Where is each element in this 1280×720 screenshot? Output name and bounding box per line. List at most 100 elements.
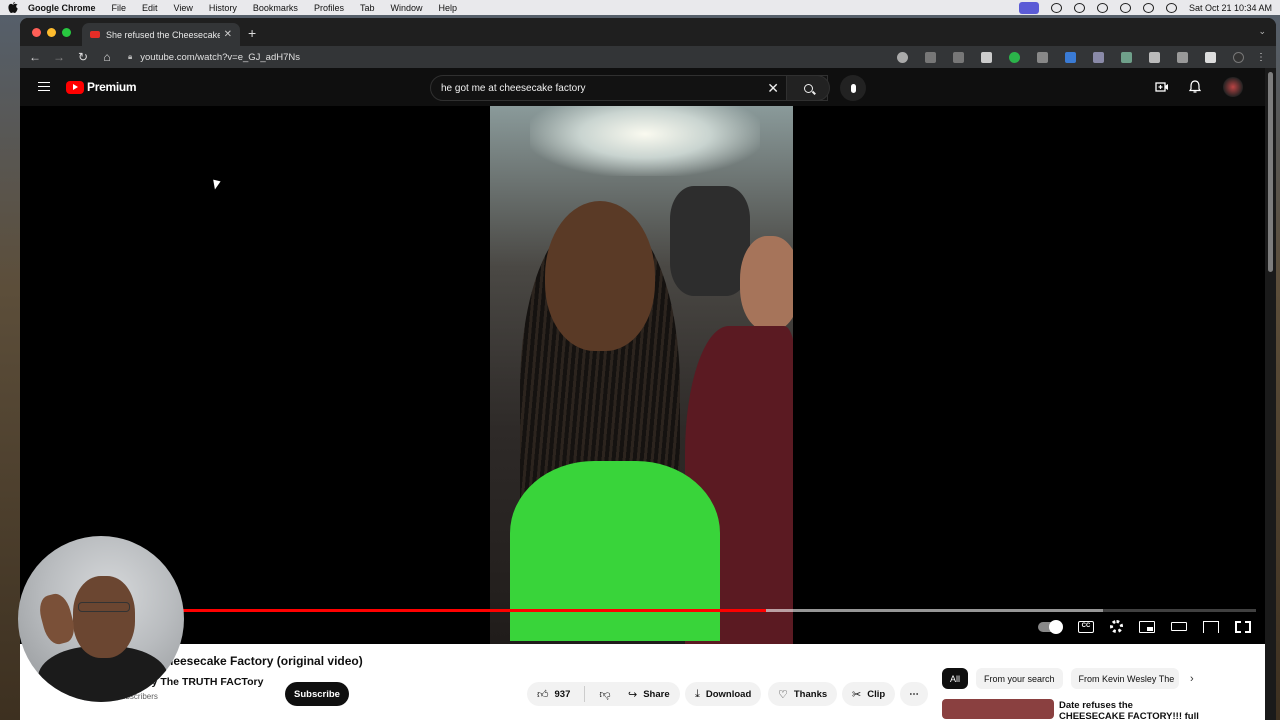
menu-app-name[interactable]: Google Chrome	[28, 3, 96, 13]
video-player[interactable]: CC	[20, 106, 1265, 644]
chip-from-your-search[interactable]: From your search	[976, 668, 1063, 689]
menu-tab[interactable]: Tab	[360, 3, 375, 13]
zoom-lens-icon[interactable]	[897, 51, 908, 63]
thumbs-down-icon[interactable]: 👎︎	[599, 688, 610, 701]
play-circle-icon[interactable]	[1073, 2, 1085, 13]
scissors-icon: ✂	[852, 688, 862, 701]
install-icon[interactable]	[925, 51, 936, 63]
share-label: Share	[643, 688, 670, 700]
window-controls	[32, 28, 71, 37]
download-button[interactable]: ⤓ Download	[685, 682, 762, 706]
share-arrow-icon: ↪	[628, 688, 638, 701]
more-actions-button[interactable]: ⋯	[900, 682, 928, 706]
share-page-icon[interactable]	[953, 51, 964, 63]
spotlight-icon[interactable]	[1142, 2, 1154, 13]
browser-menu-icon[interactable]: ⋮	[1254, 52, 1268, 63]
notifications-bell-icon[interactable]	[1188, 80, 1202, 94]
page-scrollbar[interactable]	[1265, 68, 1276, 720]
minimize-window-icon[interactable]	[47, 28, 56, 37]
profile-avatar-icon[interactable]	[1233, 51, 1244, 63]
video-speaker	[510, 201, 720, 641]
browser-toolbar: ← → ↻ ⌂ 🔒︎ youtube.com/watch?v=e_GJ_adH7…	[20, 46, 1276, 68]
menu-bookmarks[interactable]: Bookmarks	[253, 3, 298, 13]
miniplayer-icon[interactable]	[1139, 620, 1155, 633]
home-icon[interactable]: ⌂	[100, 50, 114, 64]
chevron-right-icon[interactable]: ›	[1190, 673, 1194, 685]
share-button[interactable]: ↪ Share	[618, 682, 680, 706]
back-arrow-icon[interactable]: ←	[28, 50, 42, 64]
youtube-play-icon	[66, 80, 84, 94]
clip-button[interactable]: ✂ Clip	[842, 682, 896, 706]
zoom-window-icon[interactable]	[62, 28, 71, 37]
side-panel-icon[interactable]	[1205, 51, 1216, 63]
search-input[interactable]: he got me at cheesecake factory ✕	[430, 75, 828, 101]
address-bar[interactable]: 🔒︎ youtube.com/watch?v=e_GJ_adH7Ns	[124, 48, 880, 66]
autoplay-toggle[interactable]	[1038, 619, 1063, 634]
reload-icon[interactable]: ↻	[76, 50, 90, 64]
extension-a-icon[interactable]	[1037, 51, 1048, 63]
guide-menu-icon[interactable]	[38, 82, 50, 91]
menu-view[interactable]: View	[174, 3, 193, 13]
related-video-thumbnail[interactable]	[942, 699, 1054, 719]
menu-history[interactable]: History	[209, 3, 237, 13]
forward-arrow-icon[interactable]: →	[52, 50, 66, 64]
browser-window: She refused the Cheesecake Factory (orig…	[20, 18, 1276, 720]
chip-from-channel[interactable]: From Kevin Wesley The	[1070, 668, 1179, 689]
close-tab-icon[interactable]: ✕	[224, 29, 232, 40]
extension-d-icon[interactable]	[1121, 51, 1132, 63]
create-video-icon[interactable]	[1155, 80, 1169, 94]
webcam-person-glasses	[78, 602, 130, 612]
webcam-person-face	[73, 576, 135, 658]
download-icon: ⤓	[695, 687, 700, 700]
thumbs-up-icon[interactable]: 👍︎	[537, 688, 549, 701]
subtitles-cc-icon[interactable]: CC	[1078, 620, 1094, 633]
tab-search-chevron-icon[interactable]: ⌄	[1258, 26, 1266, 37]
video-sunroof-light	[530, 106, 760, 176]
menu-profiles[interactable]: Profiles	[314, 3, 344, 13]
screen-share-icon[interactable]	[1018, 1, 1039, 14]
bookmark-star-icon[interactable]	[981, 51, 992, 63]
video-speaker-face	[545, 201, 655, 351]
mouse-cursor-icon	[213, 178, 222, 190]
search-button[interactable]	[786, 75, 830, 101]
menu-help[interactable]: Help	[438, 3, 457, 13]
account-avatar[interactable]	[1223, 77, 1243, 97]
webcam-overlay	[18, 536, 184, 702]
new-tab-icon[interactable]: +	[248, 25, 256, 41]
youtube-logo[interactable]: Premium	[66, 80, 137, 94]
browser-tab[interactable]: She refused the Cheesecake Factory (orig…	[82, 23, 240, 46]
menu-edit[interactable]: Edit	[142, 3, 158, 13]
extension-b-icon[interactable]	[1065, 51, 1076, 63]
thanks-label: Thanks	[793, 688, 828, 700]
subscribe-button[interactable]: Subscribe	[285, 682, 349, 706]
account-icon[interactable]	[1096, 2, 1108, 13]
control-center-icon[interactable]	[1165, 2, 1177, 13]
progress-bar[interactable]	[30, 609, 1256, 612]
settings-gear-icon[interactable]	[1110, 620, 1123, 633]
scrollbar-thumb[interactable]	[1268, 72, 1273, 272]
menubar-clock[interactable]: Sat Oct 21 10:34 AM	[1189, 3, 1272, 13]
apple-icon[interactable]	[8, 2, 18, 13]
chip-all[interactable]: All	[942, 668, 969, 689]
theater-mode-icon[interactable]	[1171, 622, 1187, 631]
reading-list-icon[interactable]	[1177, 51, 1188, 63]
cast-icon[interactable]	[1203, 620, 1219, 633]
grammarly-extension-icon[interactable]	[1009, 51, 1020, 63]
extensions-puzzle-icon[interactable]	[1149, 51, 1160, 63]
lock-icon[interactable]: 🔒︎	[128, 52, 132, 62]
menu-window[interactable]: Window	[390, 3, 422, 13]
microphone-icon	[850, 83, 856, 93]
close-window-icon[interactable]	[32, 28, 41, 37]
record-icon[interactable]	[1050, 2, 1062, 13]
video-frame[interactable]	[490, 106, 793, 644]
related-video-title[interactable]: Date refuses the CHEESECAKE FACTORY!!! f…	[1059, 700, 1199, 720]
like-count[interactable]: 937	[555, 689, 571, 700]
voice-search-button[interactable]	[840, 75, 866, 101]
fullscreen-icon[interactable]	[1235, 620, 1251, 633]
extension-c-icon[interactable]	[1093, 51, 1104, 63]
download-label: Download	[705, 688, 752, 700]
clear-search-icon[interactable]: ✕	[767, 80, 779, 97]
menu-file[interactable]: File	[112, 3, 127, 13]
wifi-icon[interactable]	[1119, 2, 1131, 13]
thanks-button[interactable]: ♡ Thanks	[768, 682, 838, 706]
